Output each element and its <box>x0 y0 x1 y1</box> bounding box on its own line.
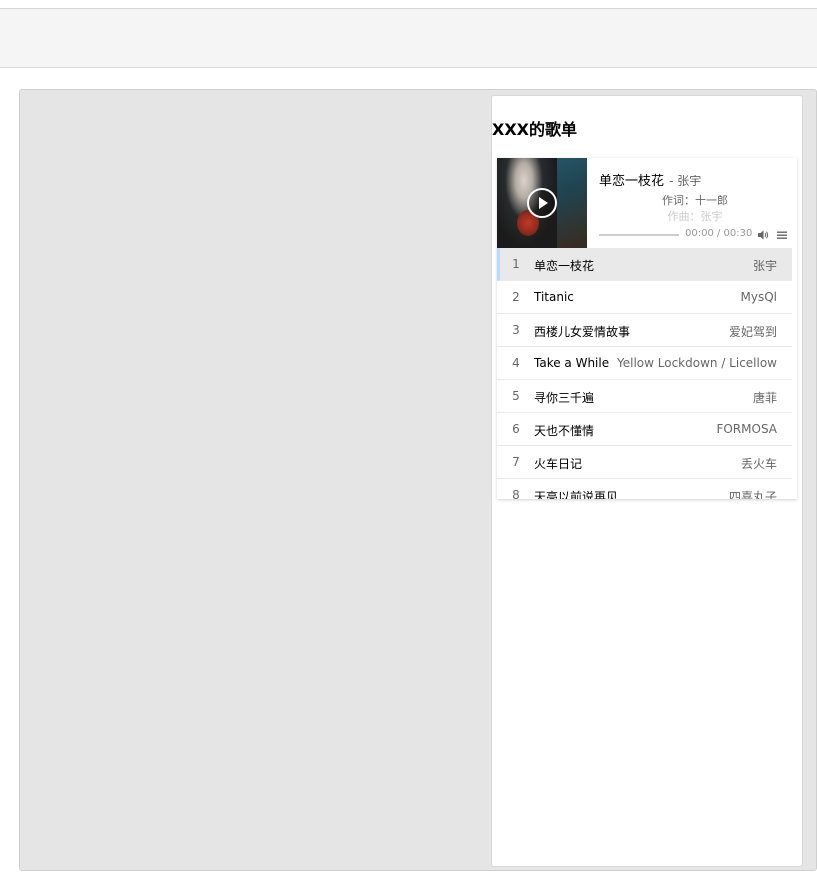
track-artist-name: 张宇 <box>752 259 777 273</box>
playlist: 1 单恋一枝花 张宇 2 Titanic MysQl 3 西楼儿女爱情故事 爱妃… <box>497 248 792 499</box>
track-artist-name: MysQl <box>740 290 778 304</box>
play-icon[interactable] <box>527 188 557 218</box>
player-controls: 00:00 / 00:30 <box>599 228 791 242</box>
track-number: 5 <box>512 389 520 403</box>
lyric-line-current: 作词：十一郎 <box>662 194 728 207</box>
music-player: 单恋一枝花 - 张宇 作词：十一郎 作曲：张宇 00:00 / 00:30 1 … <box>497 158 797 499</box>
playlist-item[interactable]: 3 西楼儿女爱情故事 爱妃驾到 <box>497 314 792 347</box>
track-name: Take a While <box>534 356 610 370</box>
track-name: Titanic <box>534 290 574 304</box>
track-name: 西楼儿女爱情故事 <box>534 325 631 339</box>
track-number: 6 <box>512 422 520 436</box>
track-name: 寻你三千遍 <box>534 391 595 405</box>
playlist-title: XXX的歌单 <box>492 120 578 139</box>
track-name: 天亮以前说再见 <box>534 490 619 499</box>
track-artist-name: 四喜丸子 <box>728 490 777 499</box>
playlist-item[interactable]: 8 天亮以前说再见 四喜丸子 <box>497 479 792 499</box>
track-artist-name: 丢火车 <box>740 457 777 471</box>
track-number: 3 <box>512 323 520 337</box>
lyric-line-next: 作曲：张宇 <box>667 210 723 223</box>
track-artist-name: 爱妃驾到 <box>728 325 777 339</box>
playlist-sidebar: XXX的歌单 单恋一枝花 - 张宇 作词：十一郎 作曲：张宇 00:00 / 0… <box>491 95 803 867</box>
playlist-item[interactable]: 6 天也不懂情 FORMOSA <box>497 413 792 446</box>
track-number: 8 <box>512 488 520 499</box>
track-number: 1 <box>512 257 520 271</box>
track-number: 4 <box>512 356 520 370</box>
track-artist-name: FORMOSA <box>716 422 777 436</box>
playlist-item[interactable]: 7 火车日记 丢火车 <box>497 446 792 479</box>
track-name: 天也不懂情 <box>534 424 595 438</box>
menu-icon[interactable] <box>776 229 788 241</box>
playlist-item[interactable]: 1 单恋一枝花 张宇 <box>497 248 792 281</box>
track-name: 单恋一枝花 <box>534 259 595 273</box>
lyrics-panel: 作词：十一郎 作曲：张宇 <box>599 193 791 225</box>
playlist-item[interactable]: 5 寻你三千遍 唐菲 <box>497 380 792 413</box>
playlist-item[interactable]: 2 Titanic MysQl <box>497 281 792 314</box>
track-number: 2 <box>512 290 520 304</box>
track-artist-name: 唐菲 <box>752 391 777 405</box>
track-number: 7 <box>512 455 520 469</box>
track-title: 单恋一枝花 <box>599 174 665 189</box>
playlist-item[interactable]: 4 Take a While Yellow Lockdown / Licello… <box>497 347 792 380</box>
track-title-line: 单恋一枝花 - 张宇 <box>599 170 791 189</box>
track-name: 火车日记 <box>534 457 583 471</box>
player-header: 单恋一枝花 - 张宇 作词：十一郎 作曲：张宇 00:00 / 00:30 <box>497 158 797 248</box>
track-artist: - 张宇 <box>669 174 702 188</box>
volume-icon[interactable] <box>757 229 769 241</box>
progress-bar[interactable] <box>599 234 679 236</box>
album-cover[interactable] <box>497 158 587 248</box>
top-bar <box>0 8 817 68</box>
track-artist-name: Yellow Lockdown / Licellow <box>617 356 777 370</box>
track-info: 单恋一枝花 - 张宇 作词：十一郎 作曲：张宇 <box>599 170 791 225</box>
time-display: 00:00 / 00:30 <box>685 228 753 239</box>
